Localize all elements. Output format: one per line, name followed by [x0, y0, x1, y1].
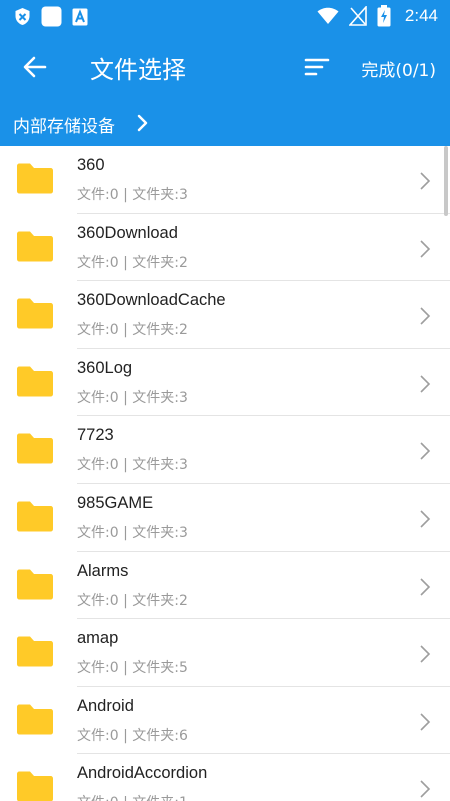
font-a-icon — [72, 8, 88, 25]
list-item[interactable]: amap 文件:0 | 文件夹:5 — [0, 619, 450, 687]
file-list[interactable]: 360 文件:0 | 文件夹:3 360Download 文件:0 | 文件夹:… — [0, 146, 450, 801]
sort-button[interactable] — [302, 52, 332, 82]
folder-icon — [17, 298, 53, 329]
no-signal-icon — [348, 6, 367, 26]
folder-meta: 文件:0 | 文件夹:2 — [77, 592, 188, 609]
folder-icon — [17, 501, 53, 532]
folder-name: AndroidAccordion — [77, 764, 208, 783]
folder-meta: 文件:0 | 文件夹:2 — [77, 322, 188, 339]
app-bar: 文件选择 完成(0/1) — [0, 32, 450, 100]
wifi-icon — [317, 7, 339, 24]
scrollbar[interactable] — [444, 146, 448, 216]
breadcrumb-item-internal-storage[interactable]: 内部存储设备 — [13, 112, 115, 137]
status-time: 2:44 — [404, 6, 438, 25]
list-item[interactable]: Alarms 文件:0 | 文件夹:2 — [0, 552, 450, 620]
folder-icon — [17, 771, 53, 801]
folder-meta: 文件:0 | 文件夹:3 — [77, 524, 188, 541]
arrow-left-icon — [23, 56, 47, 78]
status-icons-right: 2:44 — [317, 5, 438, 27]
list-item[interactable]: Android 文件:0 | 文件夹:6 — [0, 687, 450, 755]
folder-meta: 文件:0 | 文件夹:3 — [77, 457, 188, 474]
list-item[interactable]: 7723 文件:0 | 文件夹:3 — [0, 416, 450, 484]
folder-name: 360Log — [77, 358, 133, 377]
sort-icon — [304, 58, 330, 76]
chevron-right-icon — [420, 307, 431, 325]
chevron-right-icon — [420, 645, 431, 663]
path-breadcrumb: 内部存储设备 — [0, 100, 450, 146]
folder-meta: 文件:0 | 文件夹:1 — [77, 792, 188, 801]
list-item[interactable]: 360Download 文件:0 | 文件夹:2 — [0, 214, 450, 282]
folder-icon — [17, 231, 53, 262]
folder-meta: 文件:0 | 文件夹:2 — [77, 254, 188, 271]
folder-name: Android — [77, 696, 134, 715]
folder-icon — [17, 704, 53, 735]
chevron-right-icon — [420, 510, 431, 528]
chevron-right-icon — [420, 442, 431, 460]
folder-name: 360 — [77, 156, 105, 174]
folder-meta: 文件:0 | 文件夹:3 — [77, 389, 188, 406]
app-square-icon — [41, 6, 62, 27]
back-button[interactable] — [18, 50, 52, 84]
list-item[interactable]: 360 文件:0 | 文件夹:3 — [0, 146, 450, 214]
chevron-right-icon — [420, 375, 431, 393]
page-title: 文件选择 — [90, 56, 186, 84]
folder-name: 360Download — [77, 223, 178, 242]
chevron-right-icon — [420, 240, 431, 258]
folder-meta: 文件:0 | 文件夹:5 — [77, 660, 188, 677]
chevron-right-icon — [137, 114, 148, 132]
chevron-right-icon — [420, 577, 431, 596]
folder-meta: 文件:0 | 文件夹:6 — [77, 727, 188, 744]
battery-charging-icon — [377, 5, 391, 27]
folder-name: 360DownloadCache — [77, 291, 226, 310]
folder-name: 985GAME — [77, 493, 154, 512]
chevron-right-icon — [420, 780, 431, 798]
list-item[interactable]: AndroidAccordion 文件:0 | 文件夹:1 — [0, 754, 450, 801]
list-item[interactable]: 985GAME 文件:0 | 文件夹:3 — [0, 484, 450, 552]
folder-meta: 文件:0 | 文件夹:3 — [77, 187, 188, 203]
chevron-right-icon — [420, 713, 431, 731]
folder-icon — [17, 163, 53, 194]
folder-icon — [17, 636, 53, 667]
chevron-right-icon — [420, 172, 431, 190]
done-button[interactable]: 完成(0/1) — [361, 56, 436, 81]
folder-name: 7723 — [77, 426, 114, 445]
status-bar: 2:44 — [0, 0, 450, 32]
folder-name: amap — [77, 629, 119, 648]
list-item[interactable]: 360Log 文件:0 | 文件夹:3 — [0, 349, 450, 417]
status-icons-left — [14, 6, 88, 27]
folder-icon — [17, 569, 53, 600]
shield-icon — [15, 8, 30, 25]
folder-icon — [17, 366, 53, 397]
folder-icon — [17, 433, 53, 464]
list-item[interactable]: 360DownloadCache 文件:0 | 文件夹:2 — [0, 281, 450, 349]
folder-name: Alarms — [77, 561, 129, 580]
